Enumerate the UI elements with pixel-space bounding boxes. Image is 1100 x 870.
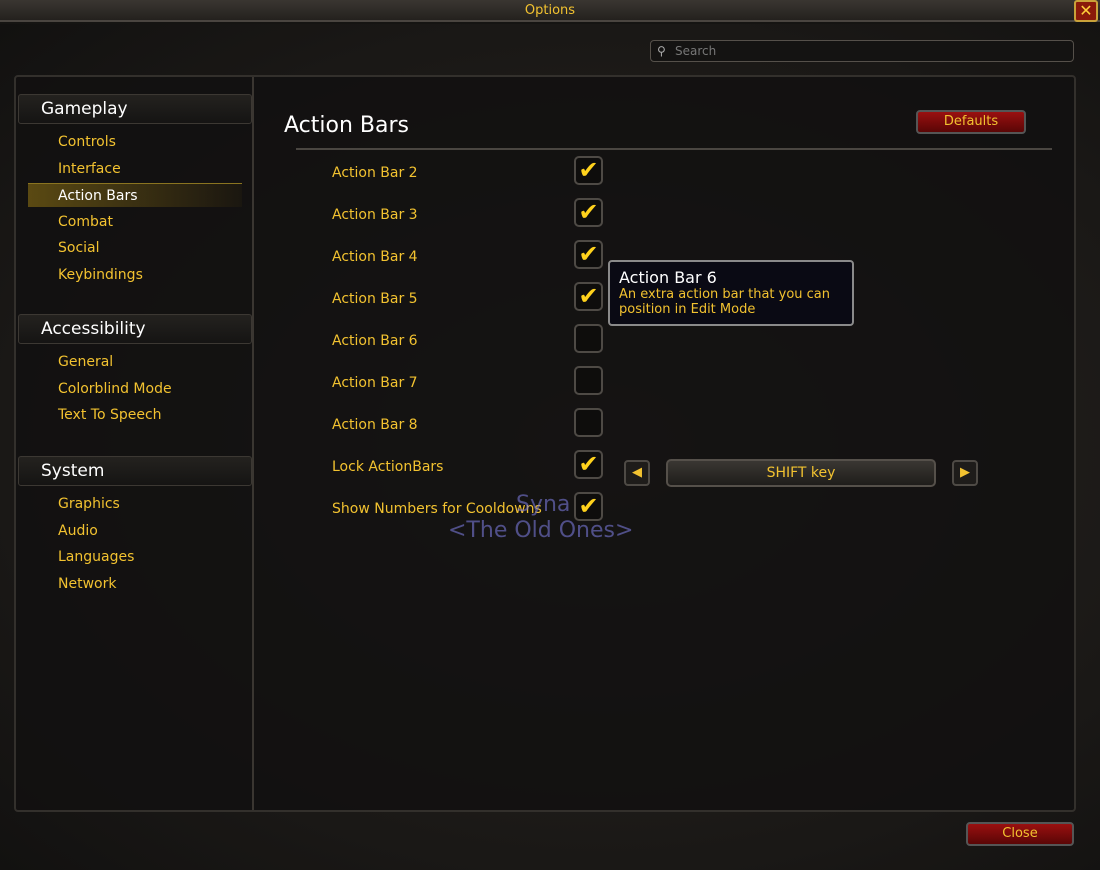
setting-checkbox[interactable]: ✔: [574, 492, 603, 521]
search-icon: ⚲: [657, 44, 666, 58]
setting-checkbox[interactable]: ✔: [574, 282, 603, 311]
sidebar-item-audio[interactable]: Audio: [28, 519, 242, 543]
setting-checkbox[interactable]: ✔: [574, 240, 603, 269]
setting-label: Action Bar 2: [332, 165, 418, 181]
divider: [296, 148, 1052, 150]
lock-key-prev-button[interactable]: ◀: [624, 460, 650, 486]
setting-label: Action Bar 7: [332, 375, 418, 391]
tooltip: Action Bar 6 An extra action bar that yo…: [608, 260, 854, 326]
sidebar-item-social[interactable]: Social: [28, 236, 242, 260]
setting-label: Action Bar 5: [332, 291, 418, 307]
close-button[interactable]: Close: [966, 822, 1074, 846]
sidebar-item-graphics[interactable]: Graphics: [28, 492, 242, 516]
sidebar-item-action-bars[interactable]: Action Bars: [28, 183, 242, 207]
setting-label: Lock ActionBars: [332, 459, 444, 475]
sidebar-item-keybindings[interactable]: Keybindings: [28, 263, 242, 287]
setting-checkbox[interactable]: ✔: [574, 450, 603, 479]
sidebar-category-system: System: [18, 456, 252, 486]
setting-checkbox[interactable]: [574, 366, 603, 395]
settings-panel: Gameplay Controls Interface Action Bars Comb…: [14, 75, 1076, 812]
sidebar-item-network[interactable]: Network: [28, 572, 242, 596]
setting-label: Action Bar 6: [332, 333, 418, 349]
close-x-icon[interactable]: ✕: [1074, 0, 1098, 22]
setting-label: Action Bar 4: [332, 249, 418, 265]
setting-label: Action Bar 3: [332, 207, 418, 223]
setting-label: Action Bar 8: [332, 417, 418, 433]
sidebar-category-gameplay: Gameplay: [18, 94, 252, 124]
tooltip-title: Action Bar 6: [619, 268, 717, 287]
sidebar-item-controls[interactable]: Controls: [28, 130, 242, 154]
setting-checkbox[interactable]: ✔: [574, 156, 603, 185]
window-title: Options: [524, 3, 576, 18]
search-input[interactable]: ⚲ Search: [650, 40, 1074, 62]
setting-checkbox[interactable]: [574, 324, 603, 353]
checkmark-icon: ✔: [578, 282, 599, 310]
checkmark-icon: ✔: [578, 492, 599, 520]
lock-key-dropdown[interactable]: SHIFT key: [666, 459, 936, 487]
background-guild: <The Old Ones>: [448, 518, 634, 543]
page-title: Action Bars: [284, 113, 409, 138]
setting-checkbox[interactable]: ✔: [574, 198, 603, 227]
sidebar-category-accessibility: Accessibility: [18, 314, 252, 344]
sidebar-item-text-to-speech[interactable]: Text To Speech: [28, 403, 242, 427]
background-nameplate: Syna: [516, 492, 571, 517]
checkmark-icon: ✔: [578, 198, 599, 226]
sidebar: Gameplay Controls Interface Action Bars Comb…: [16, 77, 254, 810]
tooltip-description: An extra action bar that you can positio…: [619, 287, 831, 317]
sidebar-item-colorblind-mode[interactable]: Colorblind Mode: [28, 377, 242, 401]
checkmark-icon: ✔: [578, 156, 599, 184]
window-title-bar: Options: [0, 0, 1100, 22]
checkmark-icon: ✔: [578, 450, 599, 478]
sidebar-item-combat[interactable]: Combat: [28, 210, 242, 234]
arrow-left-icon: ◀: [632, 465, 642, 480]
setting-checkbox[interactable]: [574, 408, 603, 437]
sidebar-item-languages[interactable]: Languages: [28, 545, 242, 569]
setting-label: Show Numbers for Cooldowns: [332, 501, 542, 517]
defaults-button[interactable]: Defaults: [916, 110, 1026, 134]
arrow-right-icon: ▶: [960, 465, 970, 480]
sidebar-item-general[interactable]: General: [28, 350, 242, 374]
lock-key-next-button[interactable]: ▶: [952, 460, 978, 486]
checkmark-icon: ✔: [578, 240, 599, 268]
sidebar-item-interface[interactable]: Interface: [28, 157, 242, 181]
